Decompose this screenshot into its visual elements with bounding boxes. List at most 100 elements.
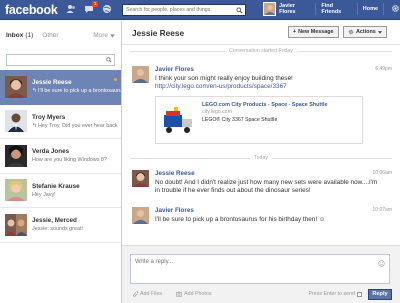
- jewel-icons: 1: [66, 1, 112, 14]
- other-tab[interactable]: Other: [42, 32, 58, 39]
- conversation-started-divider: Conversation started Friday: [130, 48, 393, 54]
- message-body: I think your son might really enjoy buil…: [155, 75, 293, 82]
- user-name-link[interactable]: Javier Flores: [279, 3, 310, 15]
- thread-snippet: Jessie: sounds great!: [32, 226, 83, 233]
- reply-textarea[interactable]: [131, 255, 371, 281]
- thread-list-panel: Inbox (1) Other More Jessie Reese ↰ I'll…: [0, 21, 122, 303]
- thread-info: Jessie Reese ↰ I'll be sure to pick up a…: [32, 79, 121, 94]
- thread-name: Verda Jones: [32, 148, 70, 156]
- add-files-label: Add Files: [140, 291, 163, 297]
- message-sender[interactable]: Javier Flores: [155, 66, 194, 73]
- thread-info: Troy Myers ↰ Hey Troy, Did you ever hear…: [32, 114, 121, 129]
- nav-separator: [356, 3, 358, 15]
- thread-name: Jessie, Merced: [32, 217, 77, 225]
- global-search-input[interactable]: [123, 7, 234, 13]
- messages-icon[interactable]: 1: [84, 1, 98, 14]
- avatar: [5, 75, 27, 98]
- settings-gear-icon[interactable]: [391, 4, 400, 15]
- avatar: [5, 144, 27, 167]
- reply-button[interactable]: Reply: [368, 288, 392, 300]
- thread-snippet: ↰ I'll be sure to pick up a brontosaurus: [32, 88, 121, 95]
- thread-name: Stefanie Krause: [32, 182, 80, 190]
- add-photos-label: Add Photos: [184, 291, 212, 297]
- global-search: [122, 4, 246, 16]
- inbox-header: Inbox (1) Other More: [0, 21, 121, 44]
- divider-line: [296, 50, 393, 52]
- search-icon[interactable]: [104, 57, 114, 63]
- message-text: I think your son might really enjoy buil…: [155, 75, 381, 91]
- thread-info: Stefanie Krause Hey Javy!: [32, 183, 121, 198]
- thread-snippet: How are you liking Windows 8?: [32, 157, 107, 164]
- thread-item[interactable]: Troy Myers ↰ Hey Troy, Did you ever hear…: [0, 105, 121, 139]
- thread-item[interactable]: Stefanie Krause Hey Javy!: [0, 174, 121, 208]
- find-friends-link[interactable]: Find Friends: [321, 3, 352, 15]
- today-divider: Today: [130, 155, 392, 161]
- inbox-unread-count: (1): [25, 32, 34, 39]
- more-dropdown[interactable]: More: [93, 32, 115, 39]
- more-label: More: [93, 32, 108, 39]
- avatar[interactable]: [132, 170, 149, 187]
- attachment-thumbnail: [160, 101, 198, 139]
- thread-item[interactable]: Verda Jones How are you liking Windows 8…: [0, 139, 121, 174]
- message-time: 10:06am: [372, 170, 392, 176]
- avatar[interactable]: [132, 66, 149, 83]
- plus-icon: +: [293, 29, 297, 35]
- avatar: [5, 213, 27, 236]
- thread-item[interactable]: Jessie, Merced Jessie: sounds great!: [0, 208, 121, 243]
- attachment-title[interactable]: LEGO.com City Products - Space - Space S…: [202, 102, 328, 108]
- user-avatar[interactable]: [263, 2, 277, 16]
- paperclip-icon: [133, 291, 138, 297]
- message-time: 6:49pm: [375, 66, 392, 72]
- unread-dot-icon: [114, 78, 117, 81]
- thread-item[interactable]: Jessie Reese ↰ I'll be sure to pick up a…: [0, 70, 121, 105]
- avatar[interactable]: [132, 207, 149, 224]
- message-item: Javier Flores 10:07am I'll be sure to pi…: [132, 207, 392, 231]
- notifications-globe-icon[interactable]: [102, 4, 112, 14]
- divider-label: Today: [254, 155, 268, 161]
- divider-line: [271, 157, 392, 159]
- attachment-description: LEGO® City 3367 Space Shuttle: [202, 117, 278, 123]
- home-link[interactable]: Home: [363, 6, 378, 12]
- thread-snippet: ↰ Hey Troy, Did you ever hear back: [32, 122, 118, 129]
- conversation-title: Jessie Reese: [132, 27, 185, 38]
- new-message-button[interactable]: + New Message: [288, 26, 339, 38]
- reply-composer: Add Files Add Photos Press Enter to send…: [122, 245, 400, 303]
- attachment-domain: city.lego.com: [202, 109, 232, 115]
- friend-requests-icon[interactable]: [66, 4, 76, 14]
- inbox-tab[interactable]: Inbox: [6, 32, 23, 39]
- top-bar: facebook 1 Javier Flores Find Friends Ho…: [0, 0, 400, 20]
- press-enter-checkbox[interactable]: [357, 291, 362, 297]
- thread-name: Troy Myers: [32, 113, 66, 121]
- thread-name: Jessie Reese: [32, 79, 72, 87]
- message-item: Jessie Reese 10:06am No doubt! And I did…: [132, 170, 392, 206]
- thread-search-input[interactable]: [7, 57, 104, 63]
- conversation-panel: Jessie Reese + New Message Actions Conve…: [122, 21, 400, 303]
- reply-box: [130, 254, 390, 284]
- actions-label: Actions: [356, 29, 376, 35]
- emoticon-icon[interactable]: [378, 260, 385, 269]
- message-body: I'll be sure to pick up a brontosaurus f…: [155, 216, 326, 223]
- link-attachment-card[interactable]: LEGO.com City Products - Space - Space S…: [155, 96, 363, 144]
- top-right-nav: Javier Flores Find Friends Home: [263, 2, 400, 16]
- message-sender[interactable]: Jessie Reese: [155, 170, 195, 177]
- message-time: 10:07am: [372, 207, 392, 213]
- chevron-down-icon: [110, 33, 115, 38]
- thread-info: Jessie, Merced Jessie: sounds great!: [32, 217, 121, 232]
- add-files-button[interactable]: Add Files: [132, 291, 162, 297]
- facebook-logo[interactable]: facebook: [5, 3, 58, 17]
- gear-icon: [348, 29, 354, 35]
- message-link[interactable]: http://city.lego.com/en-us/products/spac…: [155, 83, 381, 91]
- search-icon[interactable]: [234, 5, 245, 15]
- camera-icon: [176, 291, 183, 297]
- press-enter-toggle[interactable]: Press Enter to send: [308, 291, 362, 297]
- thread-info: Verda Jones How are you liking Windows 8…: [32, 148, 121, 163]
- message-sender[interactable]: Javier Flores: [155, 207, 194, 214]
- message-body: No doubt! And I didn't realize just how …: [155, 179, 378, 194]
- actions-button[interactable]: Actions: [343, 26, 387, 38]
- thread-list: Jessie Reese ↰ I'll be sure to pick up a…: [0, 70, 121, 243]
- add-photos-button[interactable]: Add Photos: [176, 291, 211, 297]
- thread-search: [6, 54, 115, 66]
- divider-line: [130, 157, 251, 159]
- avatar: [5, 110, 27, 133]
- chevron-down-icon: [377, 30, 382, 34]
